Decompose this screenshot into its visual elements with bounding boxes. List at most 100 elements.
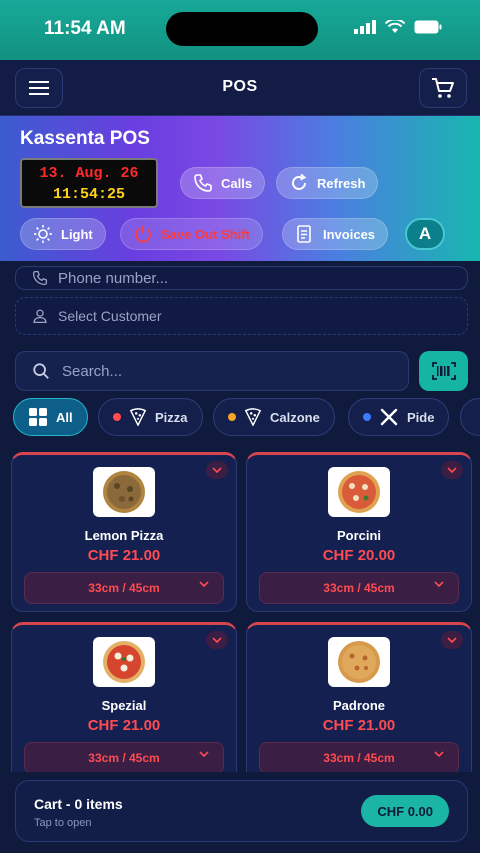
card-expand-button[interactable] [206, 461, 228, 479]
chevron-down-icon [199, 751, 209, 757]
search-icon [33, 363, 49, 379]
pizza-icon [103, 641, 145, 683]
battery-icon [414, 20, 442, 34]
light-mode-button[interactable]: Light [20, 218, 106, 250]
user-icon [33, 309, 47, 324]
category-more[interactable] [460, 398, 480, 436]
dynamic-island [166, 12, 318, 46]
grid-icon [29, 408, 47, 426]
category-pide[interactable]: Pide [348, 398, 450, 436]
app-bar: POS [0, 60, 480, 116]
invoice-icon [297, 225, 311, 243]
size-select[interactable]: 33cm / 45cm [259, 742, 459, 772]
category-label: All [56, 409, 73, 425]
phone-placeholder: Phone number... [58, 269, 169, 287]
size-select[interactable]: 33cm / 45cm [259, 572, 459, 604]
page-title: POS [222, 78, 258, 95]
category-label: Pizza [155, 409, 188, 425]
category-dot [113, 413, 121, 421]
product-name: Lemon Pizza [84, 528, 164, 543]
light-label: Light [61, 226, 93, 242]
size-value: 33cm / 45cm [323, 751, 395, 765]
cart-total-button[interactable]: CHF 0.00 [361, 795, 449, 827]
size-select[interactable]: 33cm / 45cm [24, 572, 224, 604]
cart-subtitle: Tap to open [34, 817, 92, 829]
size-value: 33cm / 45cm [323, 581, 395, 595]
product-card[interactable]: Padrone CHF 21.00 33cm / 45cm [246, 622, 472, 772]
cart-title: Cart - 0 items [34, 796, 123, 812]
chevron-down-icon [434, 581, 444, 587]
chevron-down-icon [447, 637, 457, 643]
pizza-icon [103, 471, 145, 513]
product-image [328, 637, 390, 687]
category-all[interactable]: All [13, 398, 88, 436]
size-value: 33cm / 45cm [88, 581, 160, 595]
card-expand-button[interactable] [441, 461, 463, 479]
barcode-icon [431, 362, 456, 380]
product-name: Padrone [332, 698, 385, 713]
pizza-icon [338, 641, 380, 683]
invoices-label: Invoices [323, 226, 376, 242]
sun-icon [34, 225, 52, 243]
product-name: Porcini [336, 528, 382, 543]
pizza-icon [244, 408, 262, 426]
card-expand-button[interactable] [441, 631, 463, 649]
product-card[interactable]: Lemon Pizza CHF 21.00 33cm / 45cm [11, 452, 237, 612]
product-image [328, 467, 390, 517]
save-shift-button[interactable]: Save Out Shift [120, 218, 263, 250]
product-image [93, 467, 155, 517]
cart-bar[interactable]: Cart - 0 items Tap to open CHF 0.00 [15, 780, 468, 842]
phone-icon [32, 270, 48, 286]
clock-time: 11:54:25 [52, 186, 125, 203]
product-price: CHF 21.00 [87, 547, 161, 564]
cart-icon [432, 78, 454, 98]
product-image [93, 637, 155, 687]
phone-field[interactable]: Phone number... [15, 266, 468, 290]
category-dot [363, 413, 371, 421]
category-label: Calzone [270, 409, 320, 425]
chevron-down-icon [434, 751, 444, 757]
led-clock: 13. Aug. 26 11:54:25 [20, 158, 158, 208]
category-bar: All Pizza Calzone Pide [0, 398, 480, 438]
category-pizza[interactable]: Pizza [98, 398, 203, 436]
product-card[interactable]: Porcini CHF 20.00 33cm / 45cm [246, 452, 472, 612]
product-price: CHF 21.00 [87, 717, 161, 734]
chevron-down-icon [212, 467, 222, 473]
select-customer-label: Select Customer [58, 308, 162, 324]
invoices-button[interactable]: Invoices [282, 218, 389, 250]
save-shift-label: Save Out Shift [161, 226, 250, 242]
calls-label: Calls [221, 175, 253, 191]
cutlery-icon [380, 408, 398, 426]
category-dot [228, 413, 236, 421]
size-select[interactable]: 33cm / 45cm [24, 742, 224, 772]
product-card[interactable]: Spezial CHF 21.00 33cm / 45cm [11, 622, 237, 772]
power-icon [135, 226, 151, 243]
calls-button[interactable]: Calls [180, 167, 266, 199]
select-customer[interactable]: Select Customer [15, 297, 468, 335]
pizza-icon [338, 471, 380, 513]
status-bar: 11:54 AM [0, 0, 480, 60]
product-name: Spezial [101, 698, 147, 713]
refresh-label: Refresh [317, 175, 366, 191]
category-calzone[interactable]: Calzone [213, 398, 335, 436]
search-input[interactable]: Search... [15, 351, 409, 391]
signal-icon [354, 20, 376, 34]
avatar[interactable]: A [405, 218, 445, 250]
refresh-icon [292, 173, 307, 190]
wifi-icon [385, 20, 405, 33]
search-placeholder: Search... [62, 362, 123, 380]
store-title: Kassenta POS [20, 128, 150, 149]
status-time: 11:54 AM [44, 18, 126, 39]
category-label: Pide [407, 409, 435, 425]
product-grid: Lemon Pizza CHF 21.00 33cm / 45cm Porcin… [0, 442, 480, 772]
clock-date: 13. Aug. 26 [39, 165, 139, 182]
refresh-button[interactable]: Refresh [276, 167, 379, 199]
chevron-down-icon [447, 467, 457, 473]
chevron-down-icon [212, 637, 222, 643]
chevron-down-icon [199, 581, 209, 587]
barcode-scan-button[interactable] [419, 351, 468, 391]
cart-button[interactable] [419, 68, 467, 108]
product-price: CHF 20.00 [322, 547, 396, 564]
product-price: CHF 21.00 [322, 717, 396, 734]
card-expand-button[interactable] [206, 631, 228, 649]
